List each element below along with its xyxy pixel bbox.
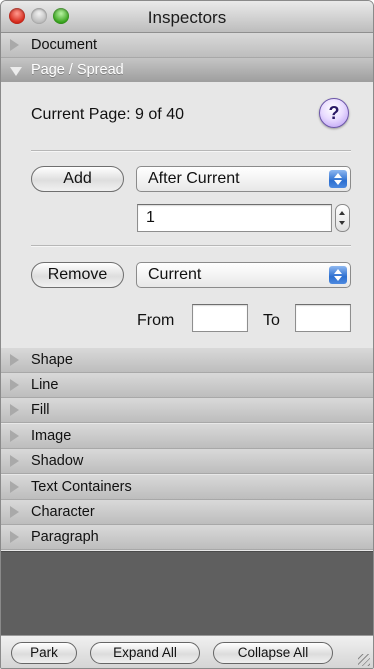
inspectors-window: Inspectors Document Page / Spread Curren… [0,0,374,669]
section-page-spread[interactable]: Page / Spread [1,58,373,83]
section-character[interactable]: Character [1,500,373,525]
section-fill[interactable]: Fill [1,398,373,423]
remove-scope-popup[interactable]: Current [136,262,351,288]
section-text-containers[interactable]: Text Containers [1,475,373,500]
to-label: To [263,312,280,329]
remove-page-button[interactable]: Remove [31,262,124,288]
current-page-label: Current Page: 9 of 40 [31,106,184,123]
disclosure-triangle-icon [10,430,19,442]
add-count-value: 1 [146,209,155,226]
expand-all-button[interactable]: Expand All [90,642,200,664]
popup-arrows-icon [329,170,347,188]
section-line[interactable]: Line [1,373,373,398]
add-count-stepper[interactable] [335,204,350,232]
section-image[interactable]: Image [1,424,373,449]
section-label: Paragraph [31,529,99,545]
disclosure-triangle-icon [10,531,19,543]
section-label: Shape [31,352,73,368]
from-label: From [137,312,175,329]
title-bar[interactable]: Inspectors [1,1,373,33]
disclosure-triangle-icon [10,379,19,391]
add-position-value: After Current [148,170,240,187]
window-title: Inspectors [147,8,227,27]
section-label: Image [31,428,72,444]
to-page-field[interactable] [295,304,351,332]
remove-scope-value: Current [148,266,202,283]
section-label: Page / Spread [31,62,124,78]
section-paragraph[interactable]: Paragraph [1,525,373,550]
add-position-popup[interactable]: After Current [136,166,351,192]
divider [31,245,351,247]
section-document[interactable]: Document [1,33,373,58]
resize-grip-icon[interactable] [358,654,370,666]
divider [31,150,351,152]
add-count-field[interactable]: 1 [137,204,332,232]
disclosure-triangle-icon [10,404,19,416]
section-label: Line [31,377,59,393]
disclosure-triangle-icon [10,455,19,467]
help-button[interactable]: ? [319,98,349,128]
section-label: Fill [31,402,50,418]
section-label: Character [31,504,95,520]
section-shape[interactable]: Shape [1,348,373,373]
section-label: Shadow [31,453,84,469]
section-shadow[interactable]: Shadow [1,449,373,474]
add-page-button[interactable]: Add [31,166,124,192]
from-page-field[interactable] [192,304,248,332]
disclosure-triangle-icon [10,481,19,493]
section-label: Document [31,37,98,53]
park-button[interactable]: Park [11,642,77,664]
page-spread-panel: Current Page: 9 of 40 ? Add After Curren… [1,82,373,348]
disclosure-triangle-icon [10,354,19,366]
disclosure-triangle-open-icon [10,67,22,76]
empty-inspector-area [1,551,373,635]
bottom-toolbar: Park Expand All Collapse All [1,635,373,668]
question-mark-icon: ? [328,103,340,123]
popup-arrows-icon [329,266,347,284]
disclosure-triangle-icon [10,506,19,518]
section-label: Text Containers [31,479,132,495]
collapse-all-button[interactable]: Collapse All [213,642,333,664]
disclosure-triangle-icon [10,39,19,51]
